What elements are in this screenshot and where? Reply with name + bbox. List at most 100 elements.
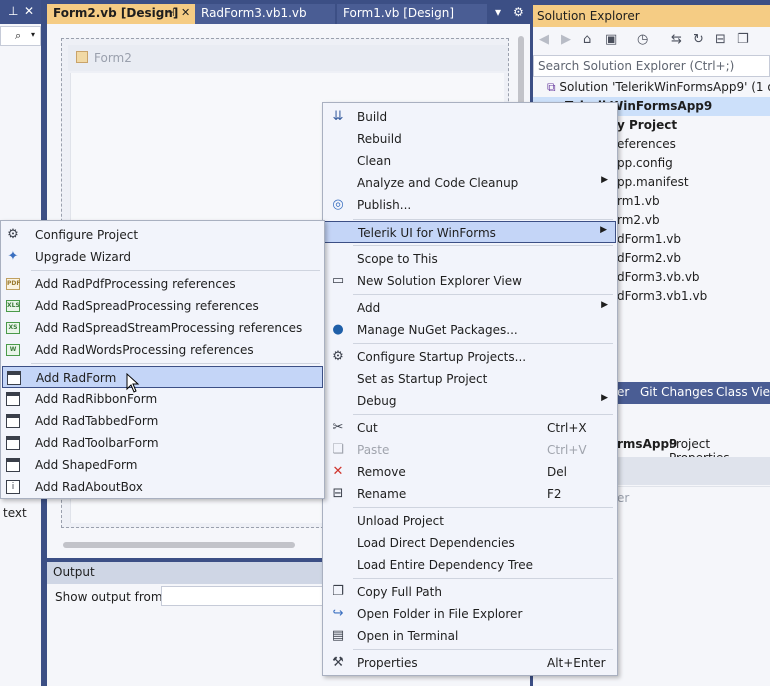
- close-icon[interactable]: ✕: [24, 4, 34, 18]
- menu-item-add-shapedform[interactable]: Add ShapedForm: [2, 454, 323, 476]
- solution-explorer-title: Solution Explorer: [537, 9, 640, 23]
- sync-icon[interactable]: ⇆: [671, 32, 682, 47]
- menu-item-add[interactable]: Add ▶: [324, 297, 616, 319]
- menu-item-add-radform[interactable]: Add RadForm: [2, 366, 323, 388]
- rename-icon: ⊟: [332, 486, 344, 501]
- submenu-arrow-icon: ▶: [600, 225, 607, 235]
- tree-item[interactable]: dForm3.vb1.vb: [617, 289, 707, 303]
- menu-item-add-radaboutbox[interactable]: i Add RadAboutBox: [2, 476, 323, 498]
- menu-item-cut[interactable]: ✂ Cut Ctrl+X: [324, 417, 616, 439]
- menu-item-paste[interactable]: ❏ Paste Ctrl+V: [324, 439, 616, 461]
- pdf-icon: PDF: [6, 278, 20, 290]
- menu-separator: [353, 245, 613, 246]
- menu-item-rename[interactable]: ⊟ Rename F2: [324, 483, 616, 505]
- spreadsheet-icon: XLS: [6, 300, 20, 312]
- menu-item-clean[interactable]: Clean: [324, 150, 616, 172]
- tab-form1-design[interactable]: Form1.vb [Design]: [337, 4, 487, 24]
- solution-search-input[interactable]: Search Solution Explorer (Ctrl+;): [533, 55, 770, 77]
- menu-item-publish[interactable]: ◎ Publish...: [324, 194, 616, 216]
- tab-class-view[interactable]: Class View: [716, 385, 770, 399]
- tree-item[interactable]: pp.config: [617, 156, 673, 170]
- menu-item-load-direct-deps[interactable]: Load Direct Dependencies: [324, 532, 616, 554]
- tree-item[interactable]: dForm2.vb: [617, 251, 681, 265]
- left-panel-text: text: [3, 506, 27, 520]
- menu-item-rebuild[interactable]: Rebuild: [324, 128, 616, 150]
- tree-item[interactable]: dForm1.vb: [617, 232, 681, 246]
- menu-item-copy-full-path[interactable]: ❐ Copy Full Path: [324, 581, 616, 603]
- menu-item-set-startup[interactable]: Set as Startup Project: [324, 368, 616, 390]
- menu-item-telerik-ui[interactable]: Telerik UI for WinForms ▶: [324, 221, 616, 243]
- tree-item[interactable]: rm1.vb: [617, 194, 660, 208]
- tree-item[interactable]: dForm3.vb.vb: [617, 270, 700, 284]
- tree-item[interactable]: pp.manifest: [617, 175, 689, 189]
- history-icon[interactable]: ◷: [637, 32, 648, 47]
- tab-solution-explorer[interactable]: er: [617, 385, 629, 399]
- menu-item-new-se-view[interactable]: ▭ New Solution Explorer View: [324, 270, 616, 292]
- back-icon[interactable]: ◀: [539, 32, 549, 47]
- forward-icon[interactable]: ▶: [561, 32, 571, 47]
- menu-item-configure-project[interactable]: ⚙ Configure Project: [2, 224, 323, 246]
- output-title: Output: [53, 565, 95, 579]
- tree-item[interactable]: y Project: [617, 118, 677, 132]
- tree-item[interactable]: rm2.vb: [617, 213, 660, 227]
- menu-item-add-words-refs[interactable]: W Add RadWordsProcessing references: [2, 339, 323, 361]
- tab-radform3[interactable]: RadForm3.vb1.vb: [195, 4, 335, 24]
- menu-separator: [31, 270, 320, 271]
- menu-item-build[interactable]: ⇊ Build: [324, 106, 616, 128]
- menu-item-add-radtoolbarform[interactable]: Add RadToolbarForm: [2, 432, 323, 454]
- gear-icon[interactable]: ⚙: [513, 5, 524, 19]
- switch-views-icon[interactable]: ▣: [605, 32, 617, 47]
- terminal-icon: ▤: [331, 628, 345, 643]
- menu-separator: [353, 649, 613, 650]
- toolbar-form-icon: [6, 436, 20, 450]
- menu-item-scope-to-this[interactable]: Scope to This: [324, 248, 616, 270]
- home-icon[interactable]: ⌂: [583, 32, 591, 47]
- mouse-cursor-icon: [126, 373, 140, 393]
- menu-item-upgrade-wizard[interactable]: ✦ Upgrade Wizard: [2, 246, 323, 268]
- paste-icon: ❏: [332, 442, 344, 457]
- menu-item-analyze[interactable]: Analyze and Code Cleanup ▶: [324, 172, 616, 194]
- build-icon: ⇊: [332, 109, 344, 124]
- menu-separator: [353, 507, 613, 508]
- menu-item-add-spreadstream-refs[interactable]: XS Add RadSpreadStreamProcessing referen…: [2, 317, 323, 339]
- menu-item-unload-project[interactable]: Unload Project: [324, 510, 616, 532]
- menu-item-nuget[interactable]: ● Manage NuGet Packages...: [324, 319, 616, 341]
- window-icon: ▭: [331, 273, 345, 288]
- menu-item-add-radtabbedform[interactable]: Add RadTabbedForm: [2, 410, 323, 432]
- menu-item-configure-startup[interactable]: ⚙ Configure Startup Projects...: [324, 346, 616, 368]
- menu-item-open-terminal[interactable]: ▤ Open in Terminal: [324, 625, 616, 647]
- wrench-icon: ⚒: [332, 655, 344, 670]
- left-search-input[interactable]: ⌕ ▾: [0, 26, 41, 46]
- menu-item-add-spread-refs[interactable]: XLS Add RadSpreadProcessing references: [2, 295, 323, 317]
- show-all-files-icon[interactable]: ❐: [737, 32, 749, 47]
- solution-explorer-header: Solution Explorer: [533, 5, 770, 27]
- tree-item-solution[interactable]: ⧉ Solution 'TelerikWinFormsApp9' (1 of 1: [547, 80, 770, 95]
- tab-close-icon[interactable]: ✕: [181, 6, 190, 19]
- left-panel-header: ⊥ ✕: [0, 0, 41, 24]
- collapse-all-icon[interactable]: ⊟: [715, 32, 726, 47]
- tab-pin-icon[interactable]: ⊣: [165, 6, 175, 19]
- tab-list-icon[interactable]: ▾: [495, 5, 501, 19]
- menu-item-remove[interactable]: ✕ Remove Del: [324, 461, 616, 483]
- menu-item-add-radribbonform[interactable]: Add RadRibbonForm: [2, 388, 323, 410]
- configure-icon: ⚙: [7, 227, 19, 242]
- wand-icon: ✦: [7, 249, 19, 264]
- copy-icon: ❐: [332, 584, 344, 599]
- pin-icon[interactable]: ⊥: [8, 4, 18, 18]
- refresh-icon[interactable]: ↻: [693, 32, 704, 47]
- menu-item-add-pdf-refs[interactable]: PDF Add RadPdfProcessing references: [2, 273, 323, 295]
- document-tab-bar: Form2.vb [Design] ⊣ ✕ RadForm3.vb1.vb Fo…: [47, 0, 530, 24]
- menu-item-load-dep-tree[interactable]: Load Entire Dependency Tree: [324, 554, 616, 576]
- submenu-arrow-icon: ▶: [601, 300, 608, 310]
- menu-item-open-folder[interactable]: ↪ Open Folder in File Explorer: [324, 603, 616, 625]
- menu-item-properties[interactable]: ⚒ Properties Alt+Enter: [324, 652, 616, 674]
- ribbon-form-icon: [6, 392, 20, 406]
- project-context-menu: ⇊ Build Rebuild Clean Analyze and Code C…: [322, 102, 618, 676]
- menu-separator: [353, 219, 613, 220]
- tree-item[interactable]: eferences: [617, 137, 676, 151]
- tab-git-changes[interactable]: Git Changes: [640, 385, 713, 399]
- dropdown-icon[interactable]: ▾: [31, 30, 35, 39]
- solution-explorer-toolbar: ◀ ▶ ⌂ ▣ ◷ ⇆ ↻ ⊟ ❐: [533, 27, 770, 55]
- menu-separator: [31, 363, 320, 364]
- menu-item-debug[interactable]: Debug ▶: [324, 390, 616, 412]
